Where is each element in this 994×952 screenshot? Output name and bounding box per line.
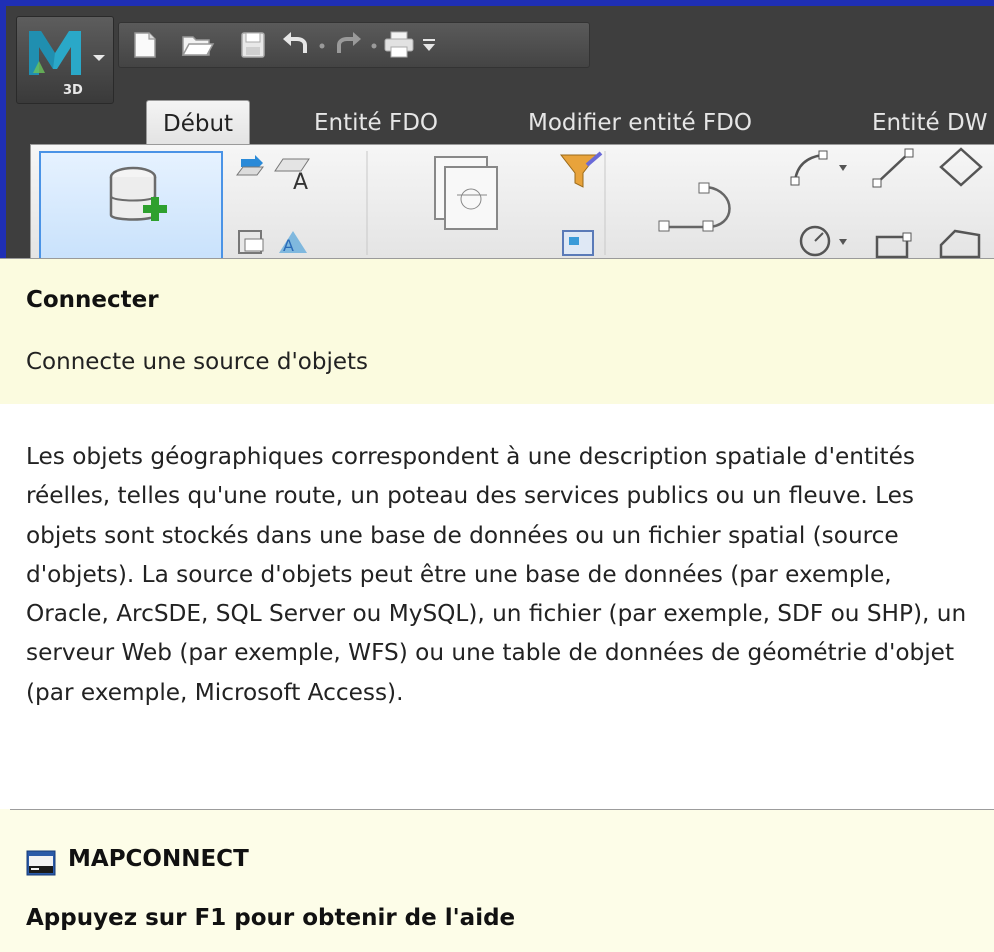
tooltip-title: Connecter: [26, 287, 159, 313]
tab-modifier-entite-fdo[interactable]: Modifier entité FDO: [528, 100, 752, 146]
tab-entite-fdo[interactable]: Entité FDO: [314, 100, 438, 146]
circle-icon: [799, 225, 847, 257]
undo-icon[interactable]: [279, 29, 315, 61]
query-icon: [562, 230, 594, 256]
line-icon: [872, 148, 914, 188]
tooltip-header: Connecter Connecte une source d'objets: [0, 259, 994, 404]
tooltip-connect: Connecter Connecte une source d'objets L…: [0, 258, 994, 952]
ribbon-tool-icons: A A: [236, 147, 983, 258]
save-icon[interactable]: [235, 29, 271, 61]
curve-icon: [658, 182, 731, 232]
ribbon-panel: A A: [30, 144, 994, 258]
app-badge-3d: 3D: [63, 83, 83, 98]
command-name: MAPCONNECT: [68, 846, 249, 872]
tooltip-extended-text: Les objets géographiques correspondent à…: [26, 443, 967, 706]
rectangle-icon: [875, 232, 912, 258]
quick-access-toolbar: [118, 22, 590, 68]
redo-icon[interactable]: [329, 29, 365, 61]
import-icon: [236, 155, 264, 176]
data-table-icon: [238, 230, 264, 254]
polygon-icon: [939, 147, 983, 258]
tab-entite-dw[interactable]: Entité DW: [872, 100, 987, 146]
style-icon: A: [279, 231, 307, 255]
autocad-map-logo-icon: [29, 31, 81, 75]
filter-icon: [559, 151, 603, 188]
tooltip-footer: MAPCONNECT Appuyez sur F1 pour obtenir d…: [0, 810, 994, 952]
command-line-icon: [26, 850, 56, 876]
help-hint: Appuyez sur F1 pour obtenir de l'aide: [26, 905, 516, 931]
map-book-icon: [434, 156, 498, 230]
arc-icon: [790, 150, 847, 186]
customize-dropdown-icon[interactable]: [419, 29, 439, 61]
chevron-down-icon[interactable]: [319, 43, 325, 49]
tooltip-description: Connecte une source d'objets: [26, 349, 369, 375]
annotation-icon: A: [274, 158, 310, 195]
svg-text:A: A: [283, 236, 294, 255]
application-ribbon-area: 3D Début Entité FDO Modifier entité FDO …: [6, 6, 994, 258]
chevron-down-icon: [93, 55, 105, 61]
print-icon[interactable]: [381, 29, 417, 61]
open-icon[interactable]: [179, 29, 215, 61]
chevron-down-icon[interactable]: [371, 43, 377, 49]
tooltip-extended-body: Les objets géographiques correspondent à…: [0, 404, 994, 809]
svg-text:A: A: [293, 170, 308, 195]
application-menu-button[interactable]: 3D: [16, 16, 114, 104]
tab-debut[interactable]: Début: [146, 100, 251, 147]
new-icon[interactable]: [127, 29, 163, 61]
